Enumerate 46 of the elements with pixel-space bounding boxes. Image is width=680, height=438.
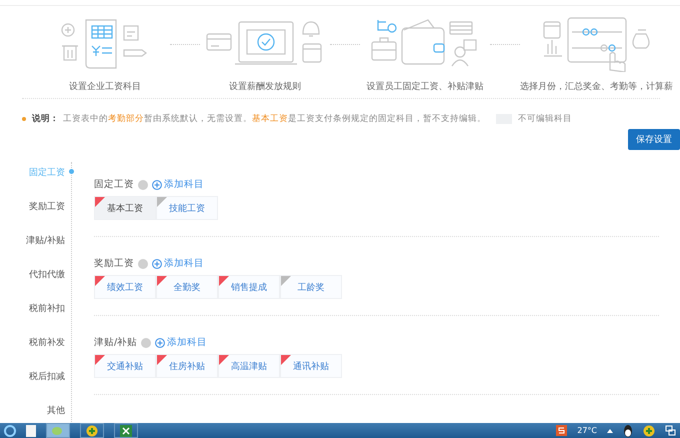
add-icon[interactable] bbox=[152, 180, 162, 190]
sidebar-item[interactable]: 税前补扣 bbox=[29, 302, 65, 315]
tray-arrow-icon[interactable] bbox=[607, 428, 613, 432]
salary-item-tile[interactable]: 高温津贴 bbox=[218, 354, 280, 378]
sidebar-item[interactable]: 税后扣减 bbox=[29, 370, 65, 383]
salary-item-tile[interactable]: 工龄奖 bbox=[280, 275, 342, 299]
salary-item-tile[interactable]: 销售提成 bbox=[218, 275, 280, 299]
spreadsheet-icon[interactable] bbox=[114, 423, 138, 438]
browser-icon[interactable] bbox=[4, 424, 16, 436]
sidebar-item[interactable]: 津贴/补贴 bbox=[26, 234, 65, 247]
legend-text: 不可编辑科目 bbox=[518, 113, 572, 125]
add-item-link[interactable]: 添加科目 bbox=[155, 336, 208, 349]
penguin-icon[interactable] bbox=[623, 424, 633, 436]
section-title: 奖励工资 bbox=[94, 257, 134, 270]
step-label: 设置企业工资科目 bbox=[69, 80, 141, 93]
active-dot bbox=[69, 169, 74, 174]
save-button[interactable]: 保存设置 bbox=[628, 129, 680, 150]
salary-item-tile[interactable]: 基本工资 bbox=[94, 196, 156, 220]
document-icon[interactable] bbox=[26, 424, 36, 436]
add-icon[interactable] bbox=[155, 338, 166, 348]
note-text: 说明： 工资表中的考勤部分暂由系统默认，无需设置。基本工资是工资支付条例规定的固定科目，暂不支持编辑。 bbox=[32, 113, 486, 125]
salary-item-tile[interactable]: 通讯补贴 bbox=[280, 354, 342, 378]
temperature-text: 27°C bbox=[577, 426, 597, 435]
sidebar-item[interactable]: 代扣代缴 bbox=[29, 268, 65, 281]
step-label: 设置薪酬发放规则 bbox=[229, 80, 301, 93]
app-icon[interactable] bbox=[80, 423, 104, 438]
salary-item-tile[interactable]: 交通补贴 bbox=[94, 354, 156, 378]
sidebar-item[interactable]: 固定工资 bbox=[29, 166, 65, 179]
salary-item-tile[interactable]: 住房补贴 bbox=[156, 354, 218, 378]
section-title: 固定工资 bbox=[94, 178, 134, 191]
salary-item-tile[interactable]: 绩效工资 bbox=[94, 275, 156, 299]
step-label: 选择月份，汇总奖金、考勤等，计算薪 bbox=[520, 80, 673, 93]
add-item-link[interactable]: 添加科目 bbox=[152, 257, 204, 270]
section-title: 津贴/补贴 bbox=[94, 336, 138, 349]
asterisk-icon bbox=[22, 117, 26, 121]
network-icon[interactable] bbox=[665, 425, 676, 436]
sidebar-item[interactable]: 税前补发 bbox=[29, 336, 65, 349]
sidebar-item[interactable]: 奖励工资 bbox=[29, 200, 65, 213]
add-icon[interactable] bbox=[152, 258, 162, 268]
sidebar-item[interactable]: 其他 bbox=[47, 404, 65, 417]
salary-item-tile[interactable]: 技能工资 bbox=[156, 196, 218, 220]
salary-item-tile[interactable]: 全勤奖 bbox=[156, 275, 218, 299]
input-method-icon[interactable] bbox=[556, 425, 568, 436]
add-item-link[interactable]: 添加科目 bbox=[152, 178, 204, 191]
plus-circle-icon[interactable] bbox=[643, 424, 655, 436]
step-label: 设置员工固定工资、补贴津贴 bbox=[366, 80, 484, 93]
